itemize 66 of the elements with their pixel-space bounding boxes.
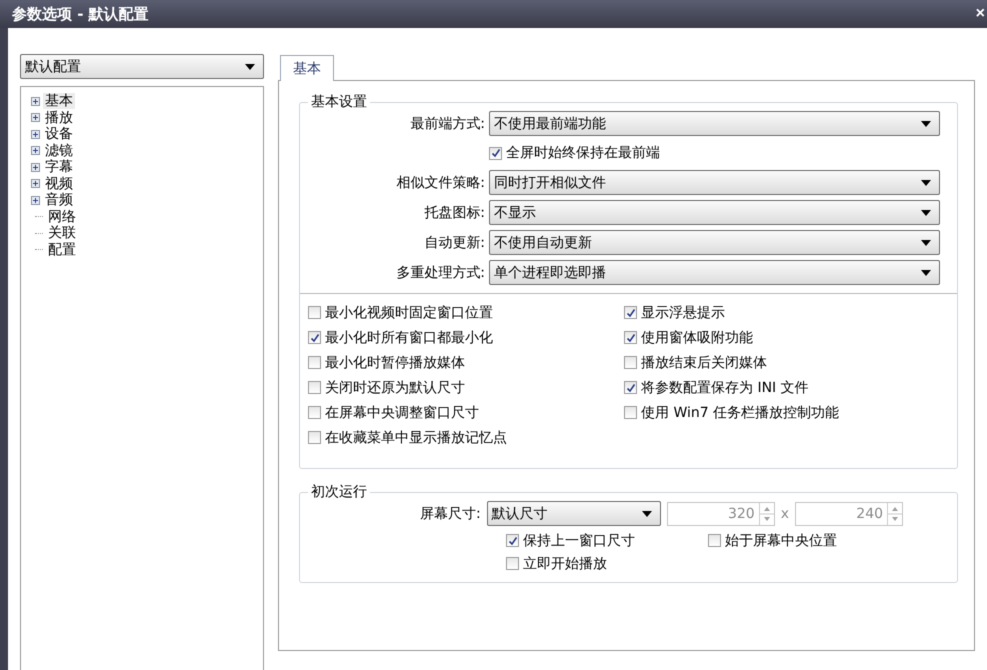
checkmark-icon (310, 332, 320, 342)
checkmark-icon (490, 148, 500, 158)
dropdown-caret-icon (921, 120, 931, 126)
times-label: x (780, 506, 790, 522)
checkbox[interactable]: 最小化时暂停播放媒体 (308, 352, 624, 373)
group-title: 基本设置 (310, 93, 368, 111)
expand-icon[interactable] (31, 162, 40, 172)
tree-item[interactable]: 字幕 (43, 159, 75, 176)
checkbox[interactable]: 最小化时所有窗口都最小化 (308, 327, 624, 348)
checkbox[interactable]: 使用窗体吸附功能 (624, 327, 940, 348)
dropdown-caret-icon (921, 240, 931, 246)
checkbox[interactable]: 关闭时还原为默认尺寸 (308, 377, 624, 398)
tree-item[interactable]: 设备 (43, 126, 75, 142)
dropdown[interactable]: 不使用最前端功能 (489, 111, 940, 136)
field-label: 屏幕尺寸: (420, 504, 481, 522)
profile-dropdown[interactable]: 默认配置 (20, 54, 264, 79)
dropdown[interactable]: 不显示 (489, 200, 940, 225)
checkbox[interactable]: 在收藏菜单中显示播放记忆点 (308, 427, 624, 448)
checkbox[interactable]: 使用 Win7 任务栏播放控制功能 (624, 402, 940, 423)
tree-item[interactable]: 配置 (46, 242, 78, 258)
expand-icon[interactable] (31, 179, 40, 188)
checkmark-icon (508, 536, 518, 546)
checkmark-icon (626, 332, 636, 342)
tab[interactable]: 基本 (280, 55, 334, 81)
checkbox[interactable]: 将参数配置保存为 INI 文件 (624, 377, 940, 398)
expand-icon[interactable] (31, 113, 40, 122)
checkbox[interactable]: 立即开始播放 (506, 553, 708, 574)
dropdown-caret-icon (921, 210, 931, 216)
checkbox[interactable]: 播放结束后关闭媒体 (624, 352, 940, 373)
checkbox[interactable]: 在屏幕中央调整窗口尺寸 (308, 402, 624, 423)
field-label: 自动更新: (423, 234, 485, 252)
close-button[interactable]: × (974, 5, 987, 23)
checkbox[interactable]: 最小化视频时固定窗口位置 (308, 302, 624, 323)
dropdown-caret-icon (642, 510, 652, 516)
group-title: 初次运行 (310, 483, 368, 501)
dropdown[interactable]: 同时打开相似文件 (489, 170, 940, 195)
checkmark-icon (626, 382, 636, 392)
field-label: 最前端方式: (409, 114, 485, 132)
dropdown-caret-icon (921, 270, 931, 276)
checkbox[interactable]: 保持上一窗口尺寸 (506, 530, 708, 551)
field-label: 多重处理方式: (395, 264, 485, 282)
checkbox[interactable]: 全屏时始终保持在最前端 (489, 142, 660, 164)
tree-item[interactable]: 滤镜 (43, 142, 75, 159)
expand-icon[interactable] (31, 196, 40, 205)
dropdown[interactable]: 默认尺寸 (486, 501, 661, 526)
window-title: 参数选项 - 默认配置 (11, 4, 149, 24)
checkbox[interactable]: 显示浮悬提示 (624, 302, 940, 323)
tree-item[interactable]: 播放 (43, 110, 75, 126)
expand-icon[interactable] (31, 96, 40, 106)
field-label: 托盘图标: (423, 204, 485, 222)
tree-item[interactable]: 视频 (43, 176, 75, 192)
tree-item[interactable]: 基本 (43, 93, 75, 110)
checkbox[interactable]: 始于屏幕中央位置 (708, 530, 940, 551)
tree-item[interactable]: 网络 (46, 208, 78, 225)
dropdown[interactable]: 单个进程即选即播 (489, 260, 940, 285)
expand-icon[interactable] (31, 146, 40, 156)
checkmark-icon (626, 308, 636, 318)
spinner-arrows-icon (758, 502, 774, 524)
tree-item[interactable]: 音频 (43, 192, 75, 208)
tree-item[interactable]: 关联 (46, 225, 78, 242)
spinner-arrows-icon (887, 502, 902, 524)
dropdown[interactable]: 不使用自动更新 (489, 230, 940, 255)
expand-icon[interactable] (31, 130, 40, 139)
dropdown-caret-icon (921, 180, 931, 186)
field-label: 相似文件策略: (395, 174, 485, 192)
dropdown-caret-icon (245, 64, 255, 70)
